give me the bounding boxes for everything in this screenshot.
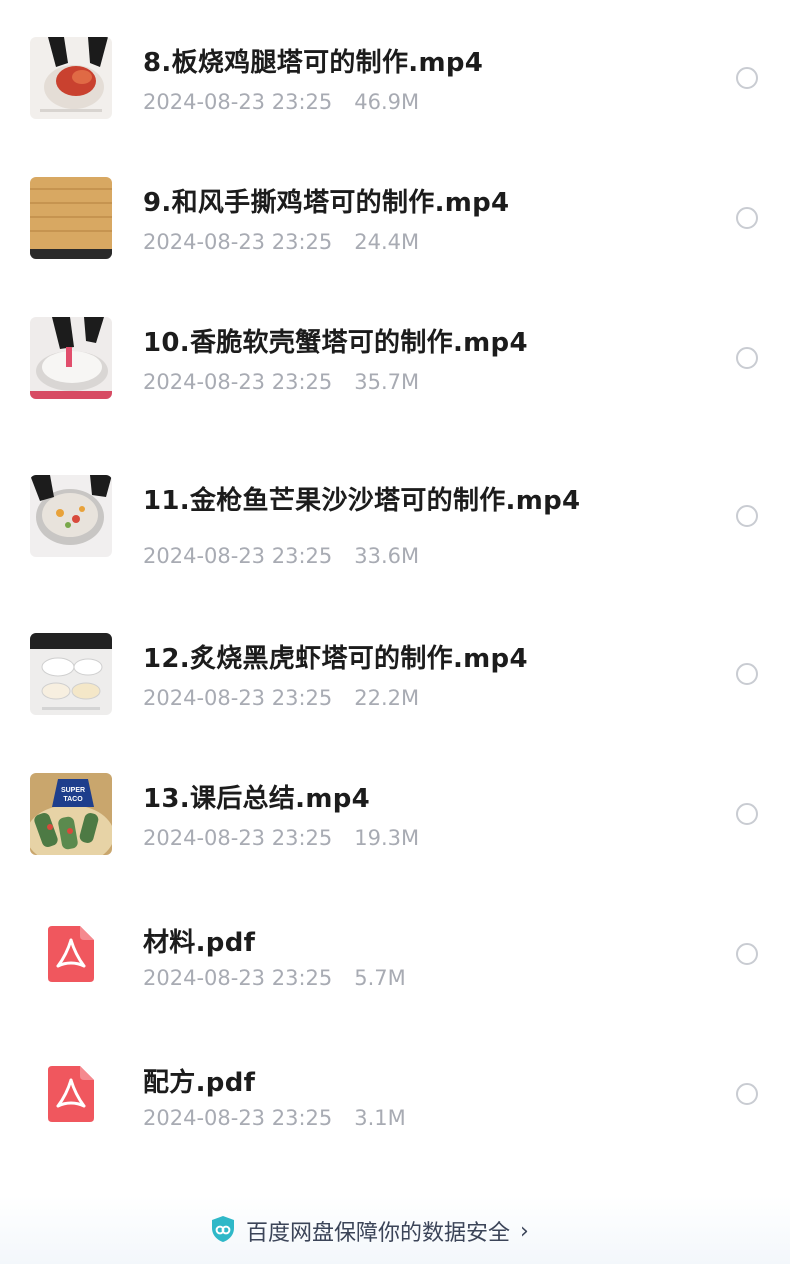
file-row[interactable]: 11.金枪鱼芒果沙沙塔可的制作.mp4 2024-08-23 23:25 33.6… xyxy=(0,448,790,578)
file-size: 19.3M xyxy=(354,826,420,850)
data-security-link[interactable]: 百度网盘保障你的数据安全 › xyxy=(210,1216,529,1246)
select-checkbox[interactable] xyxy=(736,663,758,685)
file-size: 22.2M xyxy=(354,686,420,710)
file-meta: 2024-08-23 23:25 24.4M xyxy=(143,230,419,254)
video-thumbnail xyxy=(30,633,112,715)
file-size: 35.7M xyxy=(354,370,420,394)
select-checkbox[interactable] xyxy=(736,505,758,527)
security-footer: 百度网盘保障你的数据安全 › xyxy=(0,1196,790,1264)
file-size: 46.9M xyxy=(354,90,420,114)
select-checkbox[interactable] xyxy=(736,207,758,229)
file-date: 2024-08-23 23:25 xyxy=(143,544,333,568)
file-name: 11.金枪鱼芒果沙沙塔可的制作.mp4 xyxy=(143,486,581,516)
select-checkbox[interactable] xyxy=(736,347,758,369)
file-meta: 2024-08-23 23:25 46.9M xyxy=(143,90,419,114)
video-thumbnail xyxy=(30,177,112,259)
file-date: 2024-08-23 23:25 xyxy=(143,1106,333,1130)
file-name: 材料.pdf xyxy=(143,928,256,958)
thumbnail-logo-text: TACO xyxy=(63,796,83,803)
file-row[interactable]: 材料.pdf 2024-08-23 23:25 5.7M xyxy=(0,886,790,1016)
file-row[interactable]: 配方.pdf 2024-08-23 23:25 3.1M xyxy=(0,1026,790,1156)
file-size: 33.6M xyxy=(354,544,420,568)
file-name: 9.和风手撕鸡塔可的制作.mp4 xyxy=(143,188,510,218)
shield-icon xyxy=(210,1215,236,1247)
select-checkbox[interactable] xyxy=(736,67,758,89)
file-meta: 2024-08-23 23:25 5.7M xyxy=(143,966,406,990)
select-checkbox[interactable] xyxy=(736,943,758,965)
file-date: 2024-08-23 23:25 xyxy=(143,966,333,990)
pdf-file-icon xyxy=(48,926,94,982)
thumbnail-logo-text: SUPER xyxy=(61,787,85,794)
file-meta: 2024-08-23 23:25 35.7M xyxy=(143,370,419,394)
footer-text: 百度网盘保障你的数据安全 xyxy=(246,1221,511,1246)
file-name: 12.炙烧黑虎虾塔可的制作.mp4 xyxy=(143,644,528,674)
file-size: 3.1M xyxy=(354,1106,406,1130)
select-checkbox[interactable] xyxy=(736,803,758,825)
file-name: 8.板烧鸡腿塔可的制作.mp4 xyxy=(143,48,484,78)
video-thumbnail xyxy=(30,317,112,399)
video-thumbnail: SUPER TACO xyxy=(30,773,112,855)
file-list: 8.板烧鸡腿塔可的制作.mp4 2024-08-23 23:25 46.9M 9.… xyxy=(0,0,790,1190)
file-date: 2024-08-23 23:25 xyxy=(143,370,333,394)
file-size: 5.7M xyxy=(354,966,406,990)
file-row[interactable]: 12.炙烧黑虎虾塔可的制作.mp4 2024-08-23 23:25 22.2M xyxy=(0,606,790,736)
file-row[interactable]: SUPER TACO 13.课后总结.mp4 2024-08-23 23:25 1… xyxy=(0,746,790,876)
file-row[interactable]: 8.板烧鸡腿塔可的制作.mp4 2024-08-23 23:25 46.9M xyxy=(0,10,790,140)
file-date: 2024-08-23 23:25 xyxy=(143,230,333,254)
file-meta: 2024-08-23 23:25 19.3M xyxy=(143,826,419,850)
file-date: 2024-08-23 23:25 xyxy=(143,90,333,114)
file-row[interactable]: 9.和风手撕鸡塔可的制作.mp4 2024-08-23 23:25 24.4M xyxy=(0,150,790,280)
file-date: 2024-08-23 23:25 xyxy=(143,686,333,710)
file-date: 2024-08-23 23:25 xyxy=(143,826,333,850)
file-meta: 2024-08-23 23:25 22.2M xyxy=(143,686,419,710)
pdf-file-icon xyxy=(48,1066,94,1122)
file-name: 10.香脆软壳蟹塔可的制作.mp4 xyxy=(143,328,528,358)
select-checkbox[interactable] xyxy=(736,1083,758,1105)
file-meta: 2024-08-23 23:25 33.6M xyxy=(143,544,419,568)
chevron-right-icon: › xyxy=(520,1218,529,1244)
file-name: 配方.pdf xyxy=(143,1068,256,1098)
file-size: 24.4M xyxy=(354,230,420,254)
video-thumbnail xyxy=(30,475,112,557)
video-thumbnail xyxy=(30,37,112,119)
file-row[interactable]: 10.香脆软壳蟹塔可的制作.mp4 2024-08-23 23:25 35.7M xyxy=(0,290,790,420)
file-name: 13.课后总结.mp4 xyxy=(143,784,371,814)
file-meta: 2024-08-23 23:25 3.1M xyxy=(143,1106,406,1130)
